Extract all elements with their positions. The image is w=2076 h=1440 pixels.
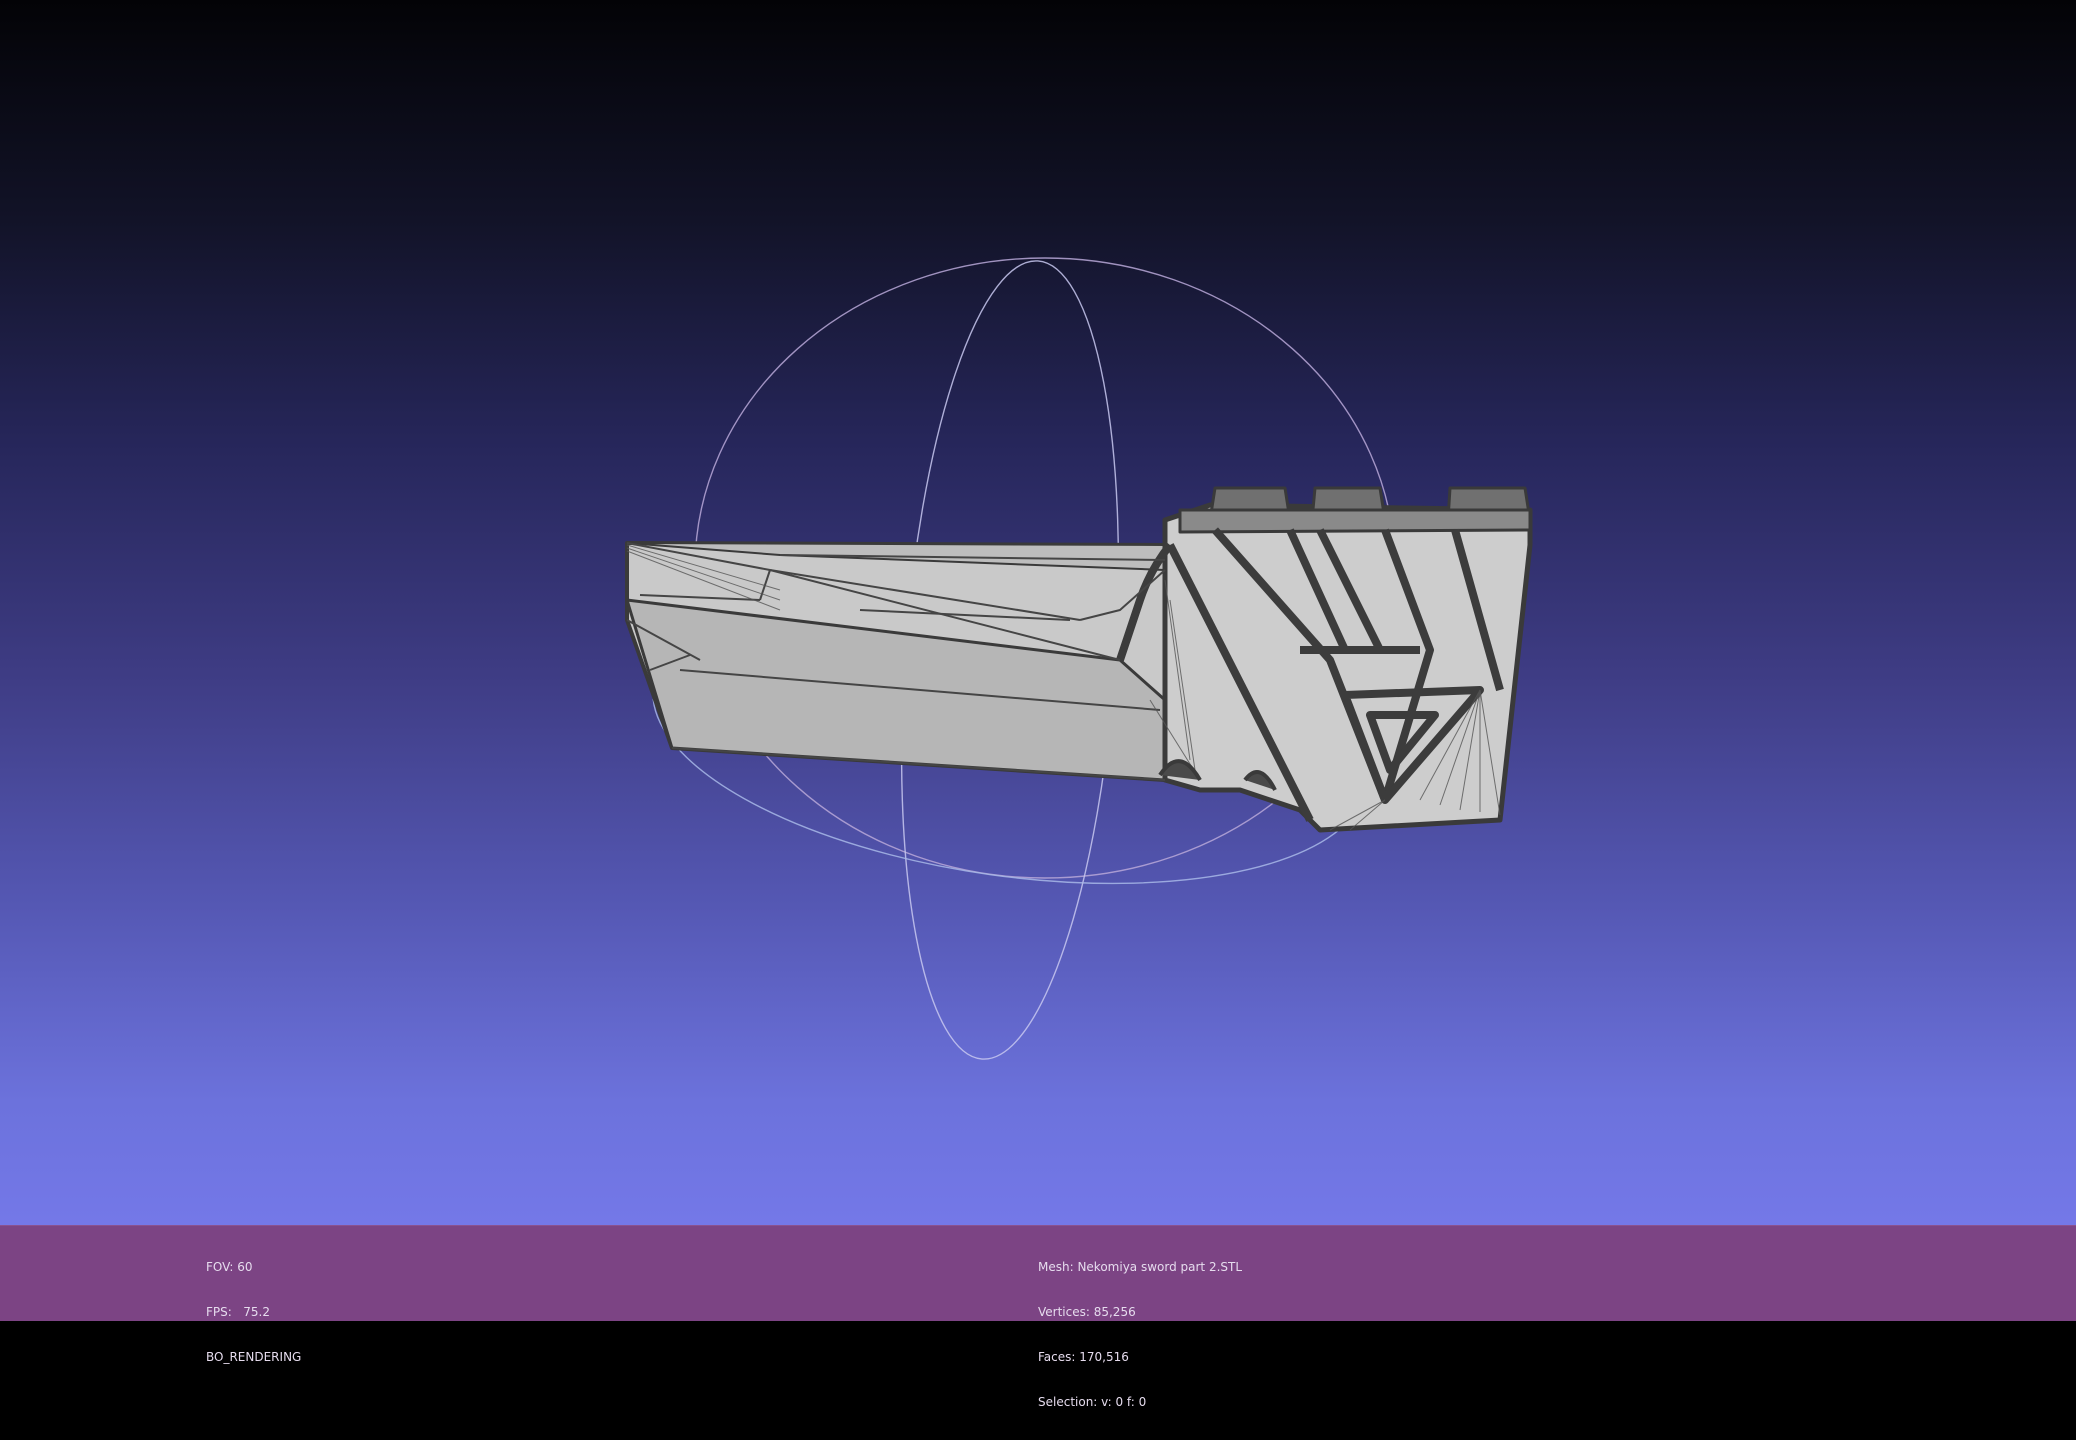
- vertices-label: Vertices: 85,256: [1038, 1305, 1136, 1319]
- fps-label: FPS: 75.2: [206, 1305, 270, 1319]
- mesh-model[interactable]: [625, 486, 1533, 833]
- 3d-viewport[interactable]: [0, 0, 2076, 1225]
- fov-label: FOV: 60: [206, 1260, 253, 1274]
- render-mode-label: BO_RENDERING: [206, 1350, 302, 1364]
- mesh-name-label: Mesh: Nekomiya sword part 2.STL: [1038, 1260, 1243, 1274]
- scene-canvas[interactable]: [0, 0, 2076, 1225]
- selection-label: Selection: v: 0 f: 0: [1038, 1395, 1147, 1409]
- render-stats: FOV: 60 FPS: 75.2 BO_RENDERING: [206, 1230, 301, 1395]
- info-bar: FOV: 60 FPS: 75.2 BO_RENDERING Mesh: Nek…: [0, 1225, 2076, 1409]
- faces-label: Faces: 170,516: [1038, 1350, 1129, 1364]
- mesh-stats: Mesh: Nekomiya sword part 2.STL Vertices…: [1038, 1230, 1242, 1440]
